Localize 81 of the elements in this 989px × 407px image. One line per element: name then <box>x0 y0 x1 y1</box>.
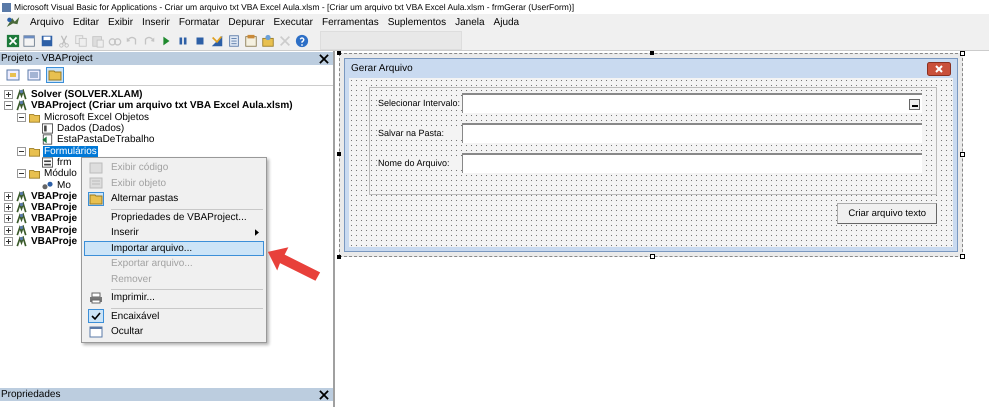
folder-icon <box>28 146 41 157</box>
panel-title: Propriedades <box>1 389 60 400</box>
expand-icon[interactable] <box>4 226 13 235</box>
menu-item[interactable]: Formatar <box>178 17 220 28</box>
collapse-icon[interactable] <box>17 169 26 178</box>
range-select-icon[interactable] <box>909 98 920 110</box>
menu-item[interactable]: Ferramentas <box>322 17 379 28</box>
insert-icon[interactable] <box>23 34 37 48</box>
close-icon[interactable] <box>319 54 329 64</box>
arrow-drawing <box>266 246 322 282</box>
input-field[interactable] <box>462 123 922 143</box>
tree-item[interactable]: VBAProje <box>30 190 78 202</box>
tree-item[interactable]: VBAProject (Criar um arquivo txt VBA Excel Aula.xlsm) <box>30 100 294 112</box>
tree-item[interactable]: frm <box>56 156 72 168</box>
help-icon[interactable] <box>295 34 309 48</box>
project-icon <box>15 100 28 112</box>
save-icon[interactable] <box>40 34 54 48</box>
project-icon <box>15 190 28 202</box>
tree-item[interactable]: Dados (Dados) <box>56 123 126 134</box>
menu-item[interactable]: Depurar <box>228 17 265 28</box>
tree-item[interactable]: VBAProje <box>30 202 78 214</box>
input-field[interactable] <box>462 93 922 113</box>
project-icon <box>15 202 28 214</box>
project-icon <box>15 224 28 236</box>
tree-item[interactable]: Formulários <box>43 146 98 157</box>
project-icon <box>15 213 28 224</box>
explorer-icon[interactable] <box>227 34 241 48</box>
tree-item[interactable]: EstaPastaDeTrabalho <box>56 134 156 146</box>
menu-item[interactable]: Ocultar <box>84 324 264 340</box>
menu-item[interactable]: Janela <box>455 17 485 28</box>
field-label: Salvar na Pasta: <box>378 128 462 138</box>
panel-title: Projeto - VBAProject <box>1 53 93 64</box>
folder-icon[interactable] <box>46 67 64 83</box>
expand-icon[interactable] <box>4 90 13 100</box>
window-title: Microsoft Visual Basic for Applications - Criar um arquivo txt VBA Excel Aula.xlsm - [Criar um arquivo txt VBA Excel Aula.xlsm - frmGerar (UserForm)] <box>14 2 574 12</box>
menu-item[interactable]: Inserir <box>142 17 170 28</box>
module-icon <box>41 180 54 191</box>
browser-icon[interactable] <box>261 34 275 48</box>
folder-icon <box>28 112 41 123</box>
menu-item[interactable]: Exibir <box>108 17 134 28</box>
expand-icon[interactable] <box>4 192 13 201</box>
field-label: Selecionar Intervalo: <box>378 98 462 108</box>
project-icon <box>15 236 28 247</box>
expand-icon[interactable] <box>4 237 13 246</box>
menu-item[interactable]: Importar arquivo... <box>84 240 264 256</box>
menu-item[interactable]: Arquivo <box>30 17 64 28</box>
menu-item[interactable]: Alternar pastas <box>84 191 264 206</box>
properties-icon[interactable] <box>244 34 258 48</box>
excel-icon[interactable] <box>6 34 20 48</box>
close-icon[interactable] <box>319 390 329 400</box>
collapse-icon[interactable] <box>17 146 26 156</box>
menu-item[interactable]: Editar <box>72 17 100 28</box>
tree-item[interactable]: VBAProje <box>30 213 78 224</box>
menu-item[interactable]: Suplementos <box>388 17 446 28</box>
workbook-icon <box>41 134 54 146</box>
project-icon <box>15 89 28 100</box>
tree-item[interactable]: Microsoft Excel Objetos <box>43 112 150 123</box>
menu-item[interactable]: Ajuda <box>494 17 520 28</box>
design-icon[interactable] <box>210 34 224 48</box>
collapse-icon[interactable] <box>4 101 13 110</box>
menu-item[interactable]: Inserir <box>84 225 264 240</box>
tree-item[interactable]: VBAProje <box>30 236 78 247</box>
tree-item[interactable]: Módulo <box>43 168 78 180</box>
expand-icon[interactable] <box>4 214 13 224</box>
expand-icon[interactable] <box>4 203 13 212</box>
code-view-icon[interactable] <box>4 67 22 83</box>
create-file-button[interactable]: Criar arquivo texto <box>837 203 937 224</box>
close-icon[interactable] <box>927 62 951 76</box>
menu-item[interactable]: Executar <box>274 17 314 28</box>
tree-item[interactable]: Mo <box>56 180 72 191</box>
tree-item[interactable]: VBAProje <box>30 224 78 236</box>
field-label: Nome do Arquivo: <box>378 158 462 168</box>
sheet-icon <box>41 123 54 134</box>
folder-icon <box>28 168 41 180</box>
input-field[interactable] <box>462 153 922 173</box>
tree-item[interactable]: Solver (SOLVER.XLAM) <box>30 89 144 100</box>
collapse-icon[interactable] <box>17 112 26 122</box>
form-view-icon[interactable] <box>25 67 43 83</box>
form-title: Gerar Arquivo <box>351 63 413 74</box>
submenu-arrow-icon <box>255 229 259 236</box>
form-icon <box>41 156 54 168</box>
